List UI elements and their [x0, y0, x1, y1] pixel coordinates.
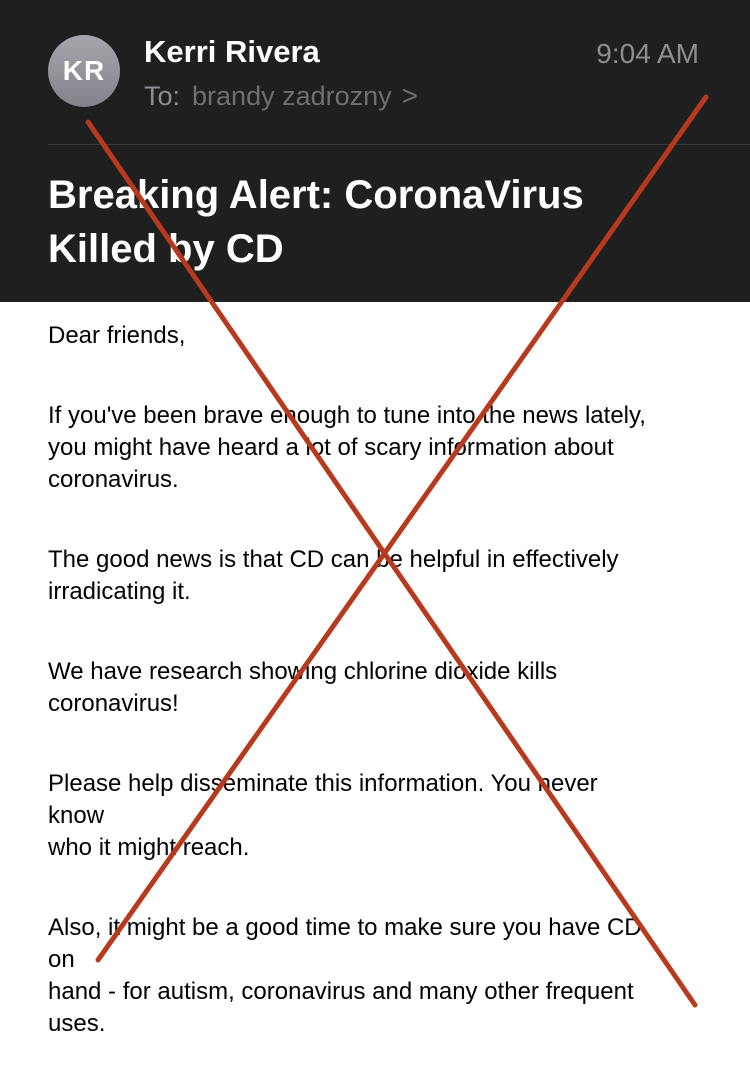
email-subject: Breaking Alert: CoronaVirus Killed by CD: [48, 168, 708, 276]
body-line: you might have heard a lot of scary info…: [48, 434, 614, 461]
body-line: We have research showing chlorine dioxid…: [48, 658, 558, 685]
paragraph-3: We have research showing chlorine dioxid…: [48, 656, 718, 720]
body-line: If you've been brave enough to tune into…: [48, 402, 646, 429]
body-line: coronavirus.: [48, 466, 179, 493]
body-line: Dear friends,: [48, 322, 186, 349]
avatar[interactable]: KR: [48, 35, 120, 107]
paragraph-1: If you've been brave enough to tune into…: [48, 400, 718, 496]
header-divider: [48, 144, 750, 145]
sender-name[interactable]: Kerri Rivera: [144, 34, 320, 70]
subject-line-1: Breaking Alert: CoronaVirus: [48, 173, 584, 217]
subject-line-2: Killed by CD: [48, 227, 284, 271]
email-body: Dear friends, If you've been brave enoug…: [48, 320, 718, 1088]
greeting: Dear friends,: [48, 320, 718, 352]
body-line: irradicating it.: [48, 578, 191, 605]
body-line: The good news is that CD can be helpful …: [48, 546, 619, 573]
paragraph-2: The good news is that CD can be helpful …: [48, 544, 718, 608]
paragraph-5: Also, it might be a good time to make su…: [48, 912, 718, 1040]
to-label: To:: [144, 80, 181, 111]
body-line: who it might reach.: [48, 834, 250, 861]
recipient-name[interactable]: brandy zadrozny: [192, 81, 392, 112]
email-header: KR Kerri Rivera 9:04 AM To: brandy zadro…: [0, 0, 750, 302]
paragraph-4: Please help disseminate this information…: [48, 768, 718, 864]
body-line: on: [48, 946, 75, 973]
timestamp: 9:04 AM: [596, 38, 699, 69]
body-line: hand - for autism, coronavirus and many …: [48, 978, 634, 1005]
body-line: know: [48, 802, 105, 829]
body-line: Also, it might be a good time to make su…: [48, 914, 642, 941]
recipient-row[interactable]: To: brandy zadrozny >: [144, 80, 418, 112]
chevron-right-icon[interactable]: >: [402, 80, 418, 112]
body-line: Please help disseminate this information…: [48, 770, 598, 797]
body-line: uses.: [48, 1010, 106, 1037]
body-line: coronavirus!: [48, 690, 179, 717]
